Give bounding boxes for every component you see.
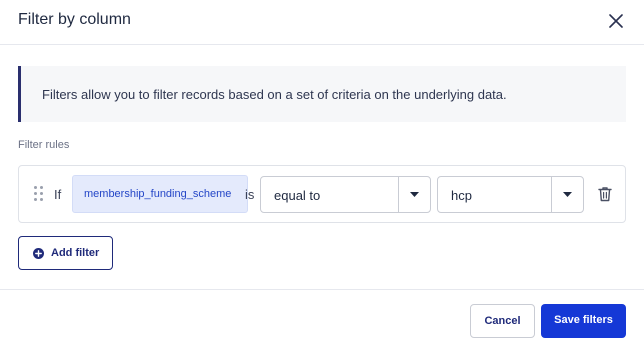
- column-chip[interactable]: membership_funding_scheme: [72, 175, 248, 213]
- plus-circle-icon: [33, 248, 44, 259]
- cancel-button[interactable]: Cancel: [470, 304, 535, 338]
- close-button[interactable]: [604, 9, 628, 33]
- operator-select[interactable]: equal to: [260, 176, 431, 213]
- save-filters-button[interactable]: Save filters: [541, 304, 626, 338]
- cancel-button-label: Cancel: [484, 315, 521, 327]
- dialog-footer: Cancel Save filters: [0, 289, 644, 350]
- caret-down-icon: [563, 192, 572, 197]
- trash-icon: [598, 187, 612, 202]
- value-select-toggle[interactable]: [551, 177, 583, 212]
- close-icon: [609, 14, 623, 28]
- add-filter-label: Add filter: [51, 247, 100, 259]
- info-banner: Filters allow you to filter records base…: [18, 66, 626, 122]
- operator-select-toggle[interactable]: [398, 177, 430, 212]
- info-banner-text: Filters allow you to filter records base…: [42, 87, 507, 102]
- add-filter-button[interactable]: Add filter: [18, 236, 113, 270]
- dialog-header: Filter by column: [0, 0, 644, 45]
- dialog-title: Filter by column: [18, 11, 131, 28]
- save-filters-button-label: Save filters: [554, 314, 613, 326]
- rule-is-label: is: [245, 187, 255, 202]
- rule-if-label: If: [54, 187, 62, 202]
- caret-down-icon: [410, 192, 419, 197]
- operator-select-value: equal to: [274, 188, 321, 203]
- delete-rule-button[interactable]: [598, 186, 612, 202]
- drag-handle-icon[interactable]: [34, 186, 44, 202]
- value-select-value: hcp: [451, 188, 472, 203]
- filter-dialog: Filter by column Filters allow you to fi…: [0, 0, 644, 350]
- column-chip-label: membership_funding_scheme: [84, 188, 232, 200]
- filter-rules-label: Filter rules: [18, 139, 70, 151]
- value-select[interactable]: hcp: [437, 176, 584, 213]
- filter-rule-row: If membership_funding_scheme is equal to…: [18, 165, 626, 223]
